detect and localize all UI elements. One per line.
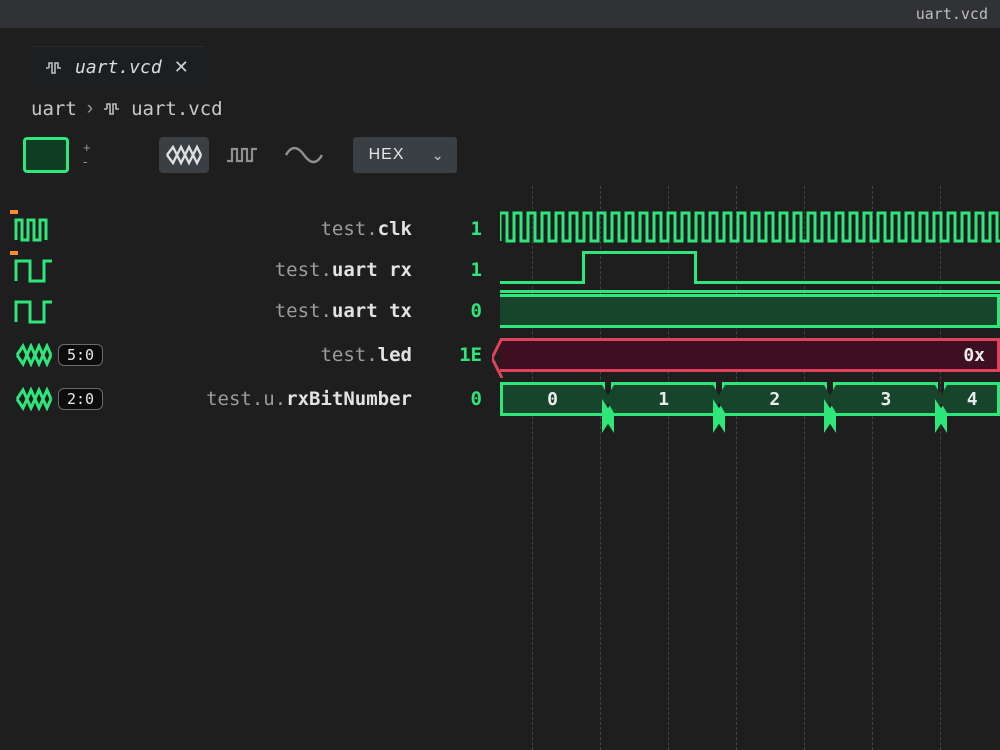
format-select[interactable]: HEX ⌄ bbox=[353, 137, 457, 173]
square-wave-icon bbox=[0, 257, 54, 283]
signal-value: 0 bbox=[471, 300, 482, 322]
square-wave-icon bbox=[0, 298, 54, 324]
wave-clk bbox=[492, 208, 1000, 244]
color-swatch[interactable] bbox=[23, 137, 69, 173]
wave-led: 0x bbox=[492, 337, 1000, 373]
plus-icon[interactable]: + bbox=[83, 141, 91, 155]
bus-segment: 2 bbox=[722, 382, 827, 416]
minus-icon[interactable]: - bbox=[83, 155, 91, 169]
wave-uart-rx bbox=[492, 249, 1000, 285]
signal-name: test.uart tx bbox=[275, 300, 412, 322]
bus-segment: 0x bbox=[500, 338, 1000, 372]
bus-value: 0x bbox=[963, 345, 985, 366]
view-digital-icon[interactable] bbox=[219, 137, 269, 173]
signal-row-rxbitnumber[interactable]: 2:0 test.u.rxBitNumber 0 bbox=[0, 378, 492, 420]
waveform-area: test.clk 1 test.uart rx 1 test.uart tx 0 bbox=[0, 186, 1000, 750]
tab-label: uart.vcd bbox=[75, 57, 162, 78]
signal-value: 1E bbox=[459, 344, 482, 366]
signal-names-pane: test.clk 1 test.uart rx 1 test.uart tx 0 bbox=[0, 186, 492, 750]
window-title: uart.vcd bbox=[916, 5, 988, 23]
wave-rxbitnumber: 0 1 2 3 4 bbox=[492, 381, 1000, 417]
signal-value: 1 bbox=[471, 218, 482, 240]
breadcrumb: uart › uart.vcd bbox=[0, 88, 1000, 132]
tab-uart-vcd[interactable]: uart.vcd ✕ bbox=[31, 46, 205, 88]
file-icon bbox=[45, 59, 63, 77]
bus-segment: 4 bbox=[944, 382, 1000, 416]
bus-wave-icon bbox=[0, 343, 54, 367]
window-titlebar: uart.vcd bbox=[0, 0, 1000, 28]
breadcrumb-folder[interactable]: uart bbox=[31, 98, 77, 120]
signal-row-uart-rx[interactable]: test.uart rx 1 bbox=[0, 249, 492, 291]
chevron-right-icon: › bbox=[87, 98, 93, 120]
signal-name: test.clk bbox=[320, 218, 412, 240]
signal-name: test.led bbox=[320, 344, 412, 366]
bus-wave-icon bbox=[0, 387, 54, 411]
bus-width-badge: 2:0 bbox=[58, 388, 103, 410]
breadcrumb-file[interactable]: uart.vcd bbox=[131, 98, 223, 120]
signal-row-uart-tx[interactable]: test.uart tx 0 bbox=[0, 290, 492, 332]
bus-width-badge: 5:0 bbox=[58, 344, 103, 366]
waveform-toolbar: + - HEX ⌄ bbox=[0, 132, 1000, 178]
view-analog-icon[interactable] bbox=[279, 137, 329, 173]
signal-name: test.uart rx bbox=[275, 259, 412, 281]
file-icon bbox=[103, 100, 121, 118]
format-label: HEX bbox=[369, 146, 405, 164]
waveform-canvas[interactable]: 20 s 30 s 40 s 50 s 60 s 70 s 80 s 90 s bbox=[492, 186, 1000, 750]
clock-wave-icon bbox=[0, 216, 54, 242]
bus-segment: 3 bbox=[833, 382, 938, 416]
swatch-plus-minus[interactable]: + - bbox=[79, 141, 91, 169]
close-icon[interactable]: ✕ bbox=[174, 57, 189, 78]
view-bus-icon[interactable] bbox=[159, 137, 209, 173]
signal-value: 0 bbox=[471, 388, 482, 410]
bus-segment bbox=[500, 294, 1000, 328]
bus-segment: 0 bbox=[500, 382, 605, 416]
wave-uart-tx bbox=[492, 293, 1000, 329]
signal-value: 1 bbox=[471, 259, 482, 281]
chevron-down-icon: ⌄ bbox=[432, 147, 445, 164]
signal-row-clk[interactable]: test.clk 1 bbox=[0, 208, 492, 250]
bus-segment: 1 bbox=[611, 382, 716, 416]
signal-name: test.u.rxBitNumber bbox=[206, 388, 412, 410]
signal-row-led[interactable]: 5:0 test.led 1E bbox=[0, 334, 492, 376]
tab-strip: uart.vcd ✕ bbox=[0, 46, 1000, 88]
